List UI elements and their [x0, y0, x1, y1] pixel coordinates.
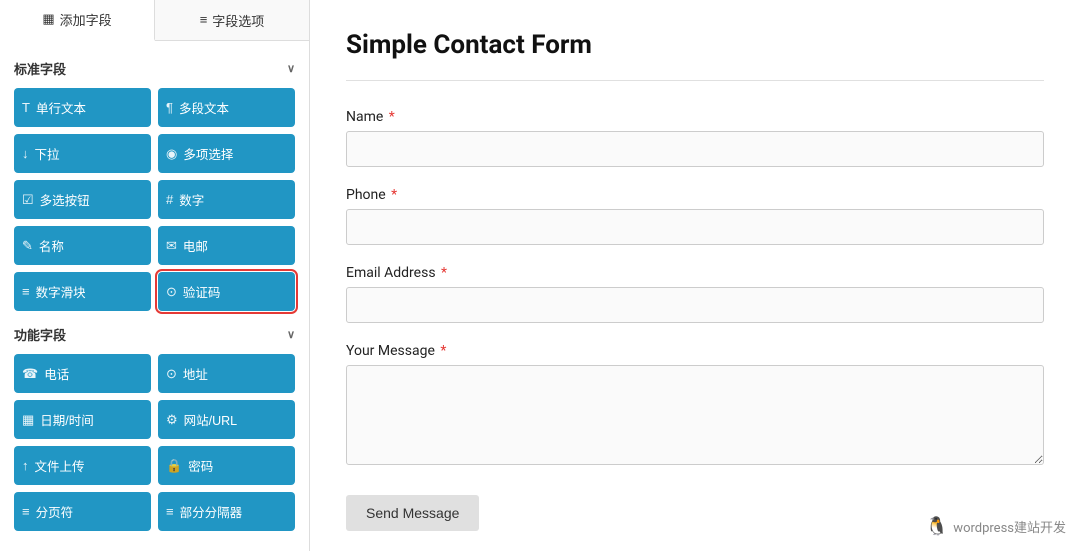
page-break-icon: ≡ [22, 504, 30, 519]
number-slider-icon: ≡ [22, 284, 30, 299]
tab-field-options[interactable]: ≡ 字段选项 [155, 0, 309, 40]
standard-section-title: 标准字段 [14, 59, 66, 78]
name-icon: ✎ [22, 238, 33, 254]
password-icon: 🔒 [166, 458, 182, 474]
field-btn-number[interactable]: # 数字 [158, 180, 295, 219]
field-btn-dropdown[interactable]: ↓ 下拉 [14, 134, 151, 173]
standard-fields-grid: T 单行文本 ¶ 多段文本 ↓ 下拉 ◉ 多项选择 ☑ 多选按钮 # 数字 [14, 88, 295, 311]
field-btn-number-slider[interactable]: ≡ 数字滑块 [14, 272, 151, 311]
form-field-phone: Phone * [346, 187, 1044, 245]
field-btn-email[interactable]: ✉ 电邮 [158, 226, 295, 265]
multi-choice-icon: ◉ [166, 146, 177, 162]
phone-icon: ☎ [22, 366, 38, 382]
form-field-email: Email Address * [346, 265, 1044, 323]
left-panel: ▦ 添加字段 ≡ 字段选项 标准字段 ∨ T 单行文本 ¶ 多段文本 ↓ 下拉 [0, 0, 310, 551]
form-label-message: Your Message * [346, 343, 1044, 359]
single-text-icon: T [22, 100, 30, 115]
standard-section-header: 标准字段 ∨ [14, 59, 295, 78]
field-btn-datetime[interactable]: ▦ 日期/时间 [14, 400, 151, 439]
address-icon: ⊙ [166, 366, 177, 382]
functional-fields-grid: ☎ 电话 ⊙ 地址 ▦ 日期/时间 ⚙ 网站/URL ↑ 文件上传 🔒 密码 [14, 354, 295, 531]
form-title: Simple Contact Form [346, 30, 1044, 81]
checkbox-icon: ☑ [22, 192, 34, 208]
field-btn-multi-text[interactable]: ¶ 多段文本 [158, 88, 295, 127]
field-options-icon: ≡ [200, 12, 208, 28]
dropdown-icon: ↓ [22, 146, 29, 161]
field-btn-section-divider[interactable]: ≡ 部分分隔器 [158, 492, 295, 531]
website-icon: ⚙ [166, 412, 178, 428]
tab-field-options-label: 字段选项 [212, 11, 264, 30]
email-icon: ✉ [166, 238, 177, 254]
datetime-icon: ▦ [22, 412, 34, 428]
field-btn-checkbox[interactable]: ☑ 多选按钮 [14, 180, 151, 219]
tab-add-field[interactable]: ▦ 添加字段 [0, 0, 155, 41]
field-btn-multi-choice[interactable]: ◉ 多项选择 [158, 134, 295, 173]
field-btn-page-break[interactable]: ≡ 分页符 [14, 492, 151, 531]
form-input-name[interactable] [346, 131, 1044, 167]
field-btn-phone[interactable]: ☎ 电话 [14, 354, 151, 393]
tab-bar: ▦ 添加字段 ≡ 字段选项 [0, 0, 309, 41]
captcha-icon: ⊙ [166, 284, 177, 300]
field-btn-single-text[interactable]: T 单行文本 [14, 88, 151, 127]
field-btn-file-upload[interactable]: ↑ 文件上传 [14, 446, 151, 485]
form-label-name: Name * [346, 109, 1044, 125]
multi-text-icon: ¶ [166, 100, 173, 115]
right-panel: Simple Contact Form Name * Phone * Email… [310, 0, 1080, 551]
form-input-phone[interactable] [346, 209, 1044, 245]
form-label-email: Email Address * [346, 265, 1044, 281]
add-field-icon: ▦ [42, 12, 54, 27]
standard-chevron-icon: ∨ [287, 62, 295, 75]
form-textarea-message[interactable] [346, 365, 1044, 465]
form-input-email[interactable] [346, 287, 1044, 323]
field-btn-address[interactable]: ⊙ 地址 [158, 354, 295, 393]
form-label-phone: Phone * [346, 187, 1044, 203]
field-btn-name[interactable]: ✎ 名称 [14, 226, 151, 265]
section-divider-icon: ≡ [166, 504, 174, 519]
functional-section-header: 功能字段 ∨ [14, 325, 295, 344]
panel-content: 标准字段 ∨ T 单行文本 ¶ 多段文本 ↓ 下拉 ◉ 多项选择 ☑ 多选按钮 [0, 41, 309, 551]
form-field-message: Your Message * [346, 343, 1044, 469]
number-icon: # [166, 192, 173, 207]
tab-add-field-label: 添加字段 [60, 10, 112, 29]
file-upload-icon: ↑ [22, 458, 29, 473]
form-field-name: Name * [346, 109, 1044, 167]
submit-button[interactable]: Send Message [346, 495, 479, 531]
field-btn-captcha[interactable]: ⊙ 验证码 [158, 272, 295, 311]
field-btn-password[interactable]: 🔒 密码 [158, 446, 295, 485]
functional-chevron-icon: ∨ [287, 328, 295, 341]
field-btn-website[interactable]: ⚙ 网站/URL [158, 400, 295, 439]
functional-section-title: 功能字段 [14, 325, 66, 344]
